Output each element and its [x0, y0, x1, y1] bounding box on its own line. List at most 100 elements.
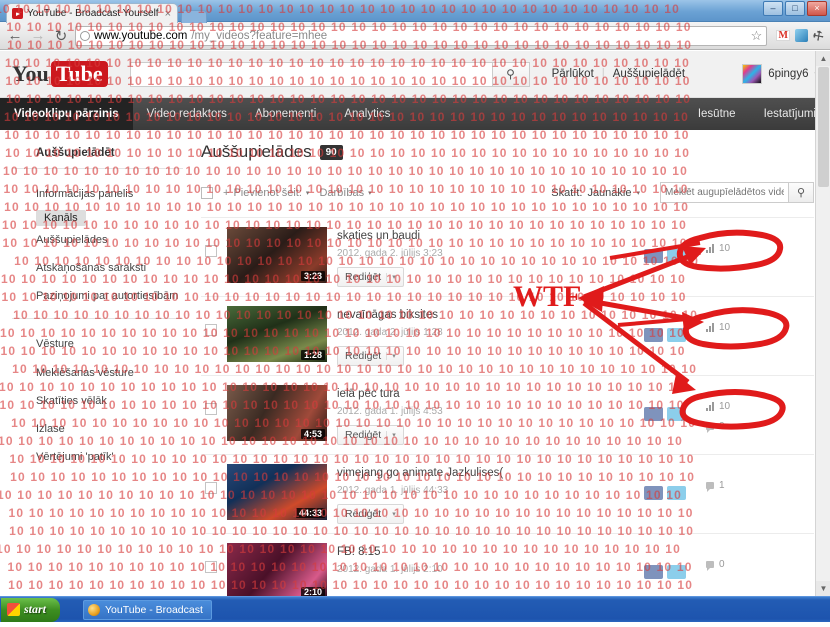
row-checkbox[interactable]: [205, 245, 217, 257]
search-input[interactable]: [129, 61, 492, 87]
youtube-logo[interactable]: You Tube: [12, 61, 108, 87]
twitter-share-icon[interactable]: [667, 249, 686, 263]
table-row[interactable]: 44:33 vimejang go animate Jazkulises( 20…: [201, 455, 814, 534]
back-icon[interactable]: ←: [6, 27, 24, 44]
views-stat[interactable]: 10: [706, 243, 814, 254]
table-row[interactable]: 1:28 nevaīnāgas biksites 2012. gada 2. j…: [201, 297, 814, 376]
twitter-share-icon[interactable]: [667, 406, 686, 421]
table-row[interactable]: 4:53 ielā pēc tura 2012. gada 1. jūlijs …: [201, 376, 814, 455]
reload-icon[interactable]: ↻: [52, 27, 70, 45]
twitter-share-icon[interactable]: [667, 327, 686, 342]
actions-button[interactable]: Darbības ▾: [319, 187, 371, 199]
maximize-button[interactable]: □: [785, 1, 805, 16]
sidebar-upload-button[interactable]: Auššupielādēt: [12, 144, 183, 169]
video-thumbnail[interactable]: 2:10: [227, 542, 327, 596]
youtube-search: ⚲: [129, 61, 530, 87]
facebook-share-icon[interactable]: [644, 485, 663, 500]
sidebar-item-channel[interactable]: Kanāls: [36, 210, 86, 227]
edit-label: Rediģēt: [345, 349, 382, 362]
twitter-share-icon[interactable]: [667, 564, 686, 579]
video-thumbnail[interactable]: 1:28: [227, 305, 327, 362]
page-scrollbar[interactable]: ▲ ▼: [815, 51, 830, 596]
row-checkbox[interactable]: [205, 402, 217, 415]
tab-analytics[interactable]: Analytics: [330, 98, 404, 130]
scroll-down-icon[interactable]: ▼: [816, 581, 830, 596]
gmail-icon[interactable]: M: [776, 30, 791, 41]
url-path: /my_videos?feature=mhee: [191, 29, 328, 42]
views-stat[interactable]: 10: [706, 401, 814, 412]
sidebar-item-uploads[interactable]: Auššupielādes: [12, 226, 193, 254]
sidebar-item-watch-later[interactable]: Skatīties vēlāk: [12, 387, 193, 415]
comment-icon: [706, 560, 714, 571]
minimize-button[interactable]: –: [763, 1, 783, 16]
scroll-up-icon[interactable]: ▲: [816, 51, 830, 66]
tab-video-manager[interactable]: Videoklipu pārzinis: [0, 98, 133, 130]
table-row[interactable]: 2:10 FB! 8:15 2012. gada 1. jūlijs 2:10: [201, 534, 814, 596]
add-to-button[interactable]: + Pievienot šeit: ▾: [223, 187, 309, 199]
sidebar-item-likes[interactable]: Vērtējumi 'patīk': [12, 443, 193, 471]
search-icon[interactable]: ⚲: [788, 182, 814, 203]
video-title[interactable]: skaties un baudi: [337, 229, 634, 244]
tab-title: YouTube - Broadcast Yourself: [27, 8, 159, 19]
comments-stat[interactable]: 0: [706, 559, 814, 571]
video-thumbnail[interactable]: 3:23: [227, 227, 327, 283]
browser-tab[interactable]: YouTube - Broadcast Yourself ×: [6, 3, 179, 23]
video-duration: 44:33: [295, 507, 325, 518]
close-icon[interactable]: ×: [165, 8, 171, 20]
browse-link[interactable]: Pārlūkot: [552, 68, 594, 80]
comments-stat[interactable]: 1: [706, 480, 814, 492]
edit-button[interactable]: Rediģēt ▾: [337, 424, 404, 445]
facebook-share-icon[interactable]: [644, 406, 663, 421]
search-icon[interactable]: ⚲: [491, 61, 530, 87]
video-title[interactable]: nevaīnāgas biksites: [337, 308, 634, 323]
video-title[interactable]: vimejang go animate Jazkulises(: [337, 466, 634, 481]
row-checkbox[interactable]: [205, 323, 217, 336]
forward-icon[interactable]: →: [29, 27, 47, 44]
scrollbar-thumb[interactable]: [818, 67, 829, 187]
facebook-share-icon[interactable]: [644, 327, 663, 342]
tab-video-editor[interactable]: Video redaktors: [133, 98, 241, 130]
edit-button[interactable]: Rediģēt ▾: [337, 345, 404, 366]
video-search-input[interactable]: [660, 182, 788, 203]
sidebar-item-copyright-notices[interactable]: Paziņojumi par autortiesībām: [12, 282, 193, 310]
edit-button[interactable]: Rediģēt ▾: [337, 266, 404, 287]
facebook-share-icon[interactable]: [644, 249, 663, 263]
video-thumbnail[interactable]: 44:33: [227, 463, 327, 520]
wrench-menu-icon[interactable]: ⚒: [810, 27, 827, 45]
video-title[interactable]: ielā pēc tura: [337, 387, 634, 402]
row-checkbox[interactable]: [205, 560, 217, 573]
video-thumbnail[interactable]: 4:53: [227, 384, 327, 441]
video-meta: 2012. gada 1. jūlijs 2:10: [337, 563, 443, 575]
sidebar-item-search-history[interactable]: Meklēšanas vēsture: [12, 359, 193, 387]
link-separator: |: [601, 68, 605, 80]
tab-subscriptions[interactable]: Abonementi: [241, 98, 330, 130]
user-menu[interactable]: 6pingy6 ▾: [742, 64, 818, 84]
select-all-checkbox[interactable]: [201, 186, 213, 199]
sidebar-item-history[interactable]: Vēsture: [12, 330, 193, 358]
comments-stat[interactable]: 0: [706, 421, 814, 433]
views-stat[interactable]: 10: [706, 322, 814, 333]
upload-link[interactable]: Auššupielādēt: [613, 68, 685, 80]
edit-button[interactable]: Rediģēt ▾: [337, 503, 404, 524]
row-checkbox[interactable]: [205, 481, 217, 494]
sidebar-item-dashboard[interactable]: Informācijas panelis: [12, 180, 193, 208]
twitter-share-icon[interactable]: [667, 485, 686, 500]
address-bar[interactable]: www.youtube.com/my_videos?feature=mhee ☆: [75, 25, 768, 46]
extension-icon[interactable]: [795, 29, 809, 42]
views-count: 10: [719, 243, 731, 254]
start-button[interactable]: start: [1, 597, 61, 622]
sidebar-item-playlists[interactable]: Atskaņošanas saraksti: [12, 254, 193, 282]
nav-inbox[interactable]: Iesūtne: [684, 98, 750, 130]
bookmark-star-icon[interactable]: ☆: [751, 28, 763, 44]
video-title[interactable]: FB! 8:15: [337, 545, 634, 560]
facebook-share-icon[interactable]: [644, 564, 663, 579]
window-close-button[interactable]: ×: [807, 1, 827, 16]
view-selector[interactable]: Skatīt: Jaunākie ▾: [551, 187, 640, 199]
page-viewport: You Tube ⚲ Pārlūkot | Auššupielādēt 6pin…: [0, 51, 830, 596]
view-label: Skatīt:: [551, 186, 583, 199]
sidebar-item-favorites[interactable]: Izlase: [12, 415, 193, 443]
chevron-down-icon: ▾: [386, 272, 396, 281]
table-row[interactable]: 3:23 skaties un baudi 2012. gada 2. jūli…: [201, 218, 814, 297]
taskbar-task-youtube[interactable]: YouTube - Broadcast: [83, 599, 212, 620]
new-tab-button[interactable]: [181, 10, 208, 23]
